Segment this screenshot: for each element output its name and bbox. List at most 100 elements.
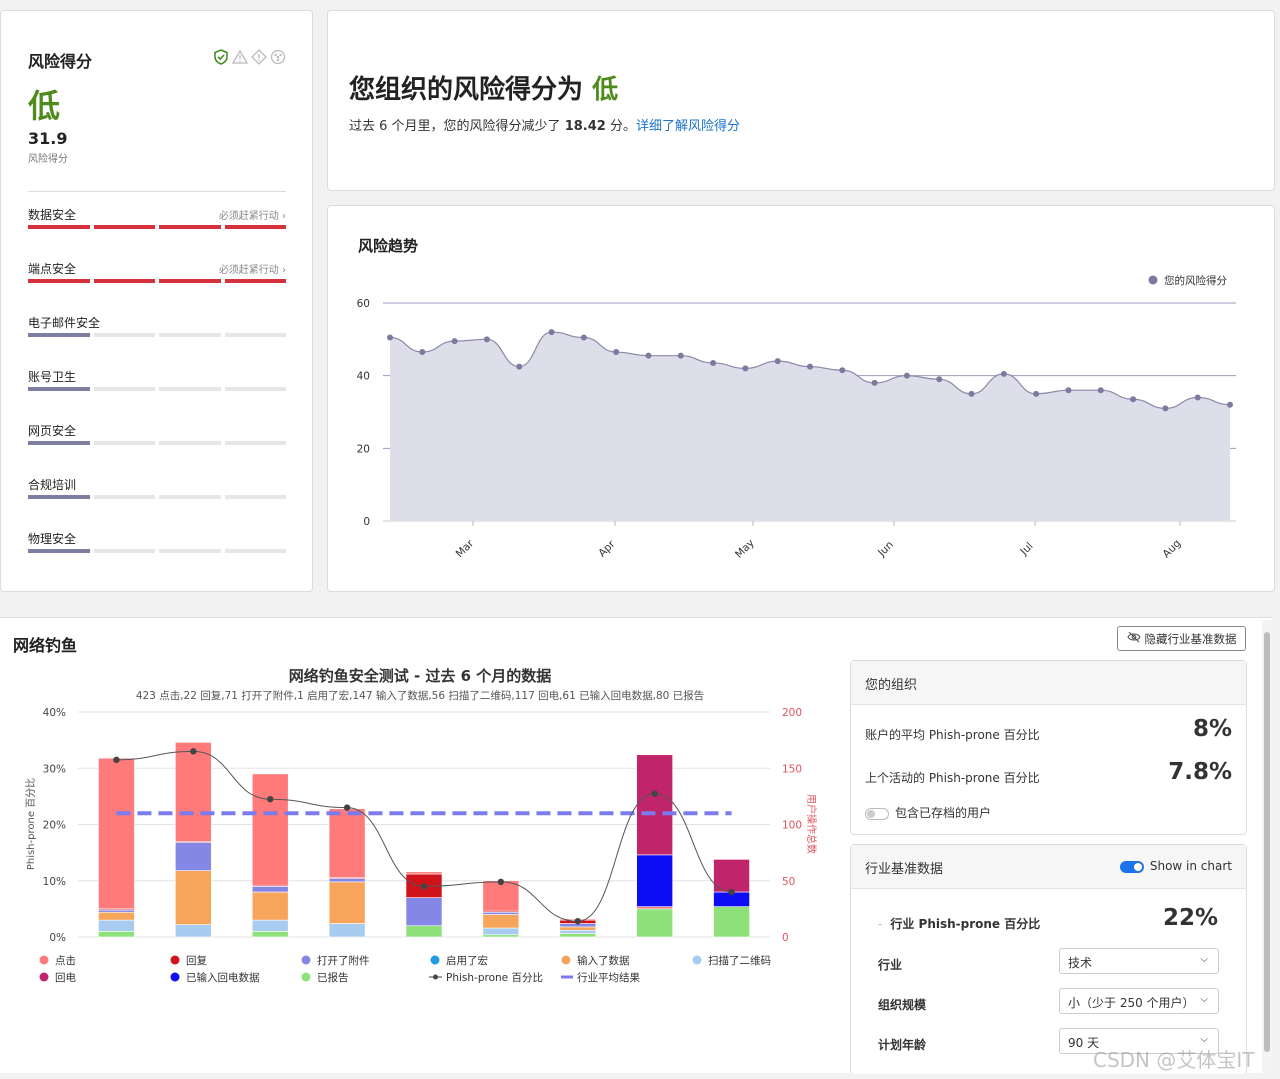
risk-summary-title: 您组织的风险得分为 低 [349, 69, 618, 106]
meter-segment [28, 333, 90, 337]
trend-point [613, 349, 620, 356]
legend-dot [1148, 275, 1158, 285]
bar-segment [482, 934, 520, 938]
org-panel-title: 您的组织 [851, 661, 1246, 705]
legend-swatch [301, 972, 311, 982]
legend-swatch [430, 955, 440, 965]
legend-label: 行业平均结果 [577, 971, 640, 984]
program-age-label: 计划年龄 [878, 1038, 927, 1052]
chevron-down-icon: ⌵ [1200, 954, 1208, 965]
phish-prone-point [728, 888, 735, 896]
legend-label: Phish-prone 百分比 [446, 971, 543, 984]
trend-point [516, 363, 523, 370]
desc-suffix: 分。 [609, 119, 636, 134]
x-tick-label: Apr [596, 538, 618, 560]
risk-category-action[interactable]: 必须赶紧行动 › [219, 207, 286, 222]
risk-category-meter [28, 225, 286, 229]
industry-label: 行业 [878, 958, 903, 972]
risk-category[interactable]: 账号卫生 [28, 368, 286, 391]
org-size-select[interactable]: 小（少于 250 个用户） ⌵ [1059, 988, 1219, 1014]
industry-select[interactable]: 技术 ⌵ [1059, 948, 1219, 974]
chevron-down-icon: ⌵ [1200, 994, 1208, 1005]
bar-segment [482, 927, 520, 936]
risk-level-icons [213, 49, 286, 65]
y-left-tick-label: 40% [43, 707, 66, 719]
y-right-tick-label: 50 [782, 876, 795, 888]
risk-category-name: 合规培训 [28, 478, 77, 492]
trend-point [1033, 390, 1040, 397]
phish-prone-point [343, 804, 351, 811]
bar-segment [98, 757, 135, 910]
meter-segment [224, 387, 286, 391]
phishing-chart: 0% 10% 20% 30% 40% 0 50 100 150 200 Phish-prone 百分… [25, 707, 818, 984]
x-tick-label: Aug [1160, 537, 1183, 560]
bar-segment [175, 870, 212, 925]
meter-segment [224, 225, 286, 229]
hide-benchmark-label: 隐藏行业基准数据 [1144, 631, 1237, 646]
scrollbar-thumb[interactable] [1264, 632, 1270, 1052]
meter-segment [93, 225, 155, 229]
trend-point [936, 376, 943, 383]
risk-category[interactable]: 网页安全 [28, 422, 286, 445]
watermark: CSDN @艾体宝IT [1093, 1048, 1255, 1072]
phish-prone-point [574, 918, 581, 925]
industry-pct-label: 行业 Phish-prone 百分比 [890, 917, 1041, 931]
y-right-tick-label: 150 [782, 763, 802, 775]
legend-swatch [170, 972, 180, 982]
risk-category[interactable]: 物理安全 [28, 530, 286, 553]
y-right-tick-label: 0 [782, 932, 789, 944]
bar-segment [175, 924, 212, 938]
phish-prone-point [267, 795, 274, 803]
trend-area [390, 332, 1230, 521]
phish-prone-point [113, 756, 120, 764]
last-phish-label: 上个活动的 Phish-prone 百分比 [865, 771, 1040, 785]
trend-point [968, 390, 975, 397]
archived-users-toggle[interactable] [865, 807, 889, 820]
legend-label: 已报告 [317, 971, 349, 984]
trend-point [871, 379, 878, 386]
meter-segment [159, 549, 221, 553]
industry-pct-value: 22% [1162, 905, 1218, 931]
risk-category[interactable]: 电子邮件安全 [28, 314, 286, 337]
risk-category[interactable]: 合规培训 [28, 476, 286, 499]
x-tick-label: May [733, 537, 757, 561]
meter-segment [224, 495, 286, 499]
risk-category[interactable]: 数据安全 必须赶紧行动 › [28, 206, 286, 229]
show-in-chart-toggle[interactable] [1119, 860, 1144, 873]
y-right-tick-label: 200 [782, 707, 802, 719]
last-phish-row: 上个活动的 Phish-prone 百分比 7.8% [865, 759, 1232, 786]
vertical-scrollbar[interactable] [1262, 620, 1272, 1073]
risk-category-action[interactable]: 必须赶紧行动 › [219, 261, 286, 276]
legend-swatch [692, 955, 702, 965]
risk-category[interactable]: 端点安全 必须赶紧行动 › [28, 260, 286, 283]
avg-phish-value: 8% [1192, 716, 1232, 742]
risk-trend-chart: 0 20 40 60 Mar Apr May Jun Jul Aug 您的风险得分 [357, 274, 1236, 561]
hide-benchmark-button[interactable]: 隐藏行业基准数据 [1117, 626, 1246, 651]
risk-category-meter [28, 441, 286, 445]
industry-select-value: 技术 [1068, 956, 1093, 970]
bar-segment [636, 908, 673, 938]
trend-point [1194, 394, 1201, 401]
legend-swatch [39, 955, 49, 965]
bar-segment [559, 926, 597, 931]
trend-point [483, 336, 490, 343]
trend-point [903, 372, 910, 379]
show-in-chart-label: Show in chart [1149, 859, 1232, 873]
risk-trend-card: 风险趋势 0 20 40 60 Mar Apr May Jun Jul Aug 您的风险得分 [327, 205, 1275, 592]
y-tick-label: 20 [357, 443, 370, 455]
avg-phish-row: 账户的平均 Phish-prone 百分比 8% [865, 716, 1232, 743]
bar-segment [251, 773, 289, 886]
meter-segment [93, 549, 155, 553]
desc-value: 18.42 [564, 119, 606, 134]
legend-label: 扫描了二维码 [708, 954, 771, 967]
archived-toggle-row: 包含已存档的用户 [865, 804, 1232, 821]
meter-segment [159, 333, 221, 337]
trend-point [1130, 396, 1137, 403]
bar-segment [251, 919, 289, 932]
phish-prone-point [497, 878, 505, 886]
legend-label: 点击 [55, 955, 76, 967]
bar-segment [251, 891, 289, 921]
show-in-chart-row: Show in chart [1119, 859, 1232, 873]
bar-segment [175, 742, 212, 842]
learn-more-link[interactable]: 详细了解风险得分 [636, 119, 740, 134]
